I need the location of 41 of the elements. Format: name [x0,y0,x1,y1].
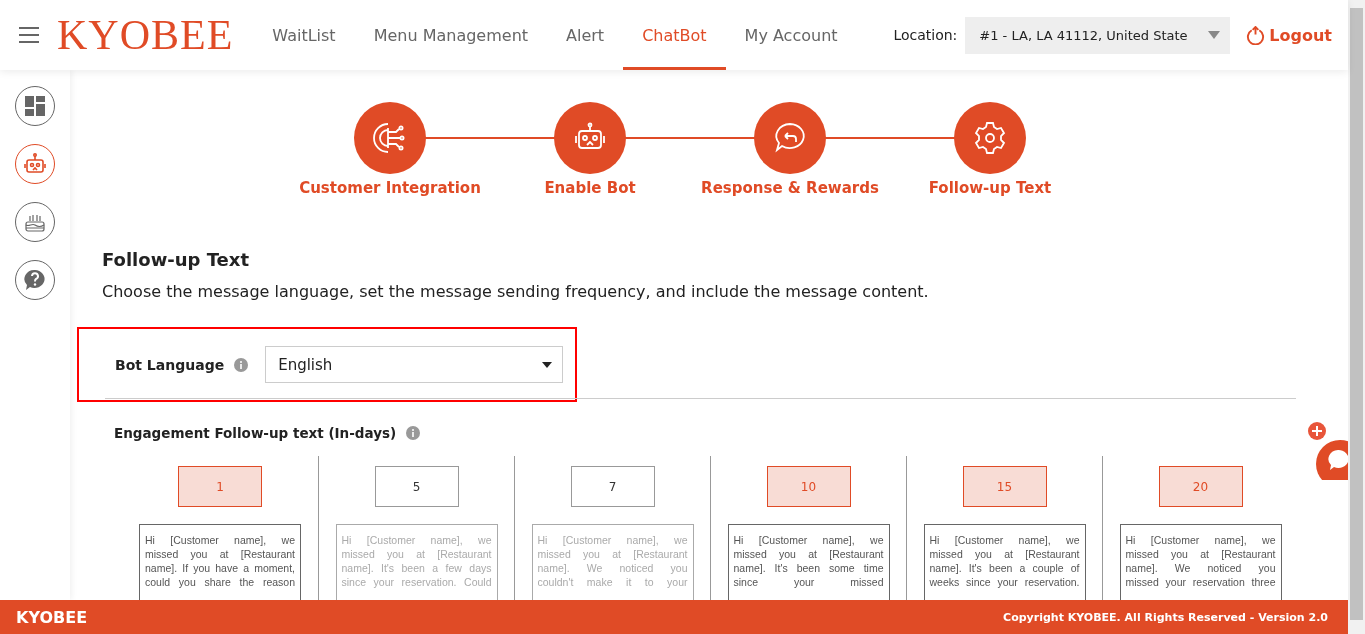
copyright-text: Copyright KYOBEE. All Rights Reserved - Version 2.0 [1003,610,1328,624]
caret-icon [542,361,553,368]
day-button[interactable]: 15 [962,466,1047,507]
nav-tab[interactable]: Menu Management [354,0,548,70]
nav-tab[interactable]: ChatBot [623,0,726,70]
language-select[interactable]: English [265,346,564,383]
bot-language-label: Bot Language [115,356,225,373]
step-label[interactable]: Follow-up Text [928,179,1052,197]
step-label[interactable]: Response & Rewards [701,179,879,197]
menu-icon[interactable] [19,27,39,43]
section-description: Choose the message language, set the message sending frequency, and include the message content. [102,282,930,301]
sidebar-dashboard-button[interactable] [15,86,55,126]
day-button[interactable]: 7 [570,466,655,507]
day-button[interactable]: 5 [374,466,459,507]
info-icon [234,357,249,372]
engagement-title: Engagement Follow-up text (In-days) [114,425,397,441]
info-icon [406,426,421,440]
day-button[interactable]: 10 [766,466,851,507]
caret-icon [1208,31,1221,39]
location-select[interactable]: #1 - LA, LA 41112, United State [965,16,1231,54]
scrollbar[interactable] [1348,0,1365,634]
help-icon [23,268,47,292]
logout-button[interactable]: Logout [1246,25,1332,45]
day-button[interactable]: 1 [178,466,262,507]
dashboard-icon [23,94,47,118]
step-label[interactable]: Enable Bot [544,179,636,197]
step-label[interactable]: Customer Integration [299,179,481,197]
nav-tab[interactable]: WaitList [253,0,355,70]
day-button[interactable]: 20 [1158,466,1243,507]
location-label: Location: [893,27,958,43]
robot-icon [23,152,47,176]
section-title: Follow-up Text [102,249,250,270]
sidebar-cake-button[interactable] [15,202,55,242]
nav-tab[interactable]: Alert [547,0,624,70]
nav-tab[interactable]: My Account [725,0,857,70]
logo[interactable]: KYOBEE [57,11,234,59]
power-icon [1246,25,1266,45]
footer-brand: KYOBEE [16,607,88,627]
add-icon[interactable] [1308,422,1326,440]
sidebar-help-button[interactable] [15,260,55,300]
sidebar-robot-button[interactable] [15,144,55,184]
